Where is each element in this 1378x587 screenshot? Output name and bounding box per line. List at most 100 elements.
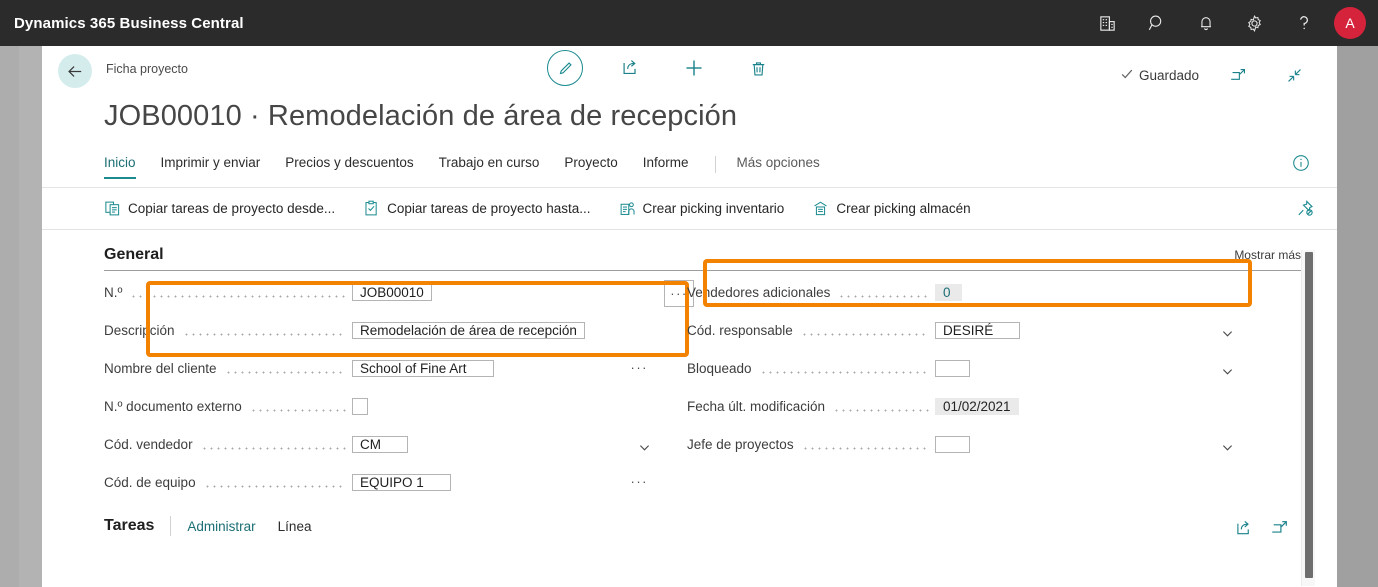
tasks-linea-link[interactable]: Línea — [278, 519, 312, 534]
general-section-title: General — [104, 246, 164, 263]
open-in-new-window-icon[interactable] — [1271, 519, 1289, 543]
share-icon[interactable] — [613, 51, 647, 85]
bloqueado-input[interactable] — [935, 359, 970, 377]
nombre-cliente-input[interactable]: School of Fine Art — [352, 359, 494, 377]
app-screen: Dynamics 365 Business Central A Ficha pr… — [0, 0, 1378, 587]
no-input[interactable]: JOB00010 — [352, 283, 432, 301]
share-icon[interactable] — [1234, 519, 1253, 543]
field-label-jefe-proyectos: Jefe de proyectos — [687, 436, 794, 452]
field-label-no: N.º — [104, 284, 123, 300]
notification-bell-icon[interactable] — [1181, 0, 1230, 46]
tasks-administrar-link[interactable]: Administrar — [187, 519, 255, 534]
jefe-proyectos-input[interactable] — [935, 435, 970, 453]
edit-pencil-icon[interactable] — [547, 50, 583, 86]
copy-job-tasks-to-label: Copiar tareas de proyecto hasta... — [387, 201, 591, 216]
vendedores-adicionales-value[interactable]: 0 — [935, 283, 962, 301]
field-label-cod-vendedor: Cód. vendedor — [104, 436, 193, 452]
dot-leader — [759, 361, 929, 375]
tab-inicio[interactable]: Inicio — [104, 155, 136, 179]
dot-leader — [801, 437, 929, 451]
create-inventory-pick-button[interactable]: Crear picking inventario — [619, 200, 785, 217]
page-content: General Mostrar más N.º JOB00010 ··· Des… — [42, 246, 1337, 586]
cod-equipo-lookup-icon[interactable]: ··· — [631, 474, 649, 489]
nombre-cliente-lookup-icon[interactable]: ··· — [631, 360, 649, 375]
back-arrow-icon[interactable] — [58, 54, 92, 88]
documento-externo-input[interactable] — [352, 397, 368, 415]
dot-leader — [224, 361, 346, 375]
dot-leader — [249, 399, 346, 413]
field-control-jefe-proyectos — [935, 432, 1240, 457]
app-brand-title: Dynamics 365 Business Central — [14, 14, 244, 32]
warehouse-pick-icon — [812, 200, 829, 217]
tasks-section-header: Tareas Administrar Línea — [42, 509, 1337, 543]
info-circle-icon[interactable] — [1291, 153, 1313, 175]
save-status-label: Guardado — [1138, 67, 1199, 83]
copy-job-tasks-from-label: Copiar tareas de proyecto desde... — [128, 201, 336, 216]
menu-divider — [715, 156, 717, 173]
create-warehouse-pick-button[interactable]: Crear picking almacén — [812, 200, 971, 217]
collapse-icon[interactable] — [1277, 58, 1311, 92]
field-row-descripcion: Descripción Remodelación de área de rece… — [104, 311, 657, 349]
cod-vendedor-input[interactable]: CM — [352, 435, 408, 453]
tab-imprimir-y-enviar[interactable]: Imprimir y enviar — [161, 155, 261, 177]
show-more-link[interactable]: Mostrar más — [1234, 248, 1301, 262]
dot-leader — [838, 285, 929, 299]
top-navigation-bar: Dynamics 365 Business Central A — [0, 0, 1378, 46]
dot-leader — [833, 399, 929, 413]
field-row-nombre-cliente: Nombre del cliente School of Fine Art ··… — [104, 349, 657, 387]
settings-gear-icon[interactable] — [1230, 0, 1279, 46]
field-control-vendedores-adicionales: 0 — [935, 280, 1240, 305]
field-control-nombre-cliente: School of Fine Art ··· — [352, 356, 657, 381]
unpin-icon[interactable] — [1296, 199, 1315, 223]
save-status: Guardado — [1120, 67, 1199, 84]
page-title: JOB00010 · Remodelación de área de recep… — [104, 100, 738, 132]
field-control-cod-equipo: EQUIPO 1 ··· — [352, 470, 657, 495]
descripcion-input[interactable]: Remodelación de área de recepción — [352, 321, 585, 339]
field-control-fecha-ult-modificacion: 01/02/2021 — [935, 394, 1240, 419]
general-left-column: N.º JOB00010 ··· Descripción Remodelació… — [104, 273, 694, 501]
left-background-gutter — [0, 46, 42, 587]
new-plus-icon[interactable] — [677, 51, 711, 85]
field-label-cod-responsable: Cód. responsable — [687, 322, 793, 338]
top-bar-icon-group: A — [1083, 0, 1378, 46]
field-row-cod-responsable: Cód. responsable DESIRÉ — [687, 311, 1240, 349]
user-avatar[interactable]: A — [1334, 7, 1366, 39]
create-warehouse-pick-label: Crear picking almacén — [836, 201, 971, 216]
chevron-down-icon — [1222, 326, 1233, 337]
open-in-new-window-icon[interactable] — [1221, 58, 1255, 92]
field-control-descripcion: Remodelación de área de recepción — [352, 318, 657, 343]
tasks-divider — [170, 516, 172, 536]
right-background-gutter — [1337, 46, 1378, 587]
delete-trash-icon[interactable] — [741, 51, 775, 85]
chevron-down-icon — [1222, 364, 1233, 375]
copy-to-icon — [363, 200, 380, 217]
tab-proyecto[interactable]: Proyecto — [564, 155, 617, 177]
field-control-cod-responsable: DESIRÉ — [935, 318, 1240, 343]
cod-equipo-input[interactable]: EQUIPO 1 — [352, 473, 451, 491]
search-icon[interactable] — [1132, 0, 1181, 46]
create-inventory-pick-label: Crear picking inventario — [642, 201, 785, 216]
tab-informe[interactable]: Informe — [643, 155, 689, 177]
general-section-header: General Mostrar más — [104, 246, 1301, 271]
check-icon — [1120, 67, 1134, 84]
field-label-cod-equipo: Cód. de equipo — [104, 474, 196, 490]
header-right-group: Guardado — [1120, 58, 1311, 92]
more-options-button[interactable]: Más opciones — [736, 155, 819, 170]
chevron-down-icon — [639, 440, 650, 451]
field-control-no: JOB00010 ··· — [352, 279, 694, 307]
company-icon[interactable] — [1083, 0, 1132, 46]
tab-trabajo-en-curso[interactable]: Trabajo en curso — [439, 155, 540, 177]
general-fields: N.º JOB00010 ··· Descripción Remodelació… — [42, 259, 1337, 501]
tab-precios-y-descuentos[interactable]: Precios y descuentos — [285, 155, 413, 177]
cod-responsable-input[interactable]: DESIRÉ — [935, 321, 1021, 339]
breadcrumb[interactable]: Ficha proyecto — [106, 62, 188, 76]
field-row-fecha-ult-modificacion: Fecha últ. modificación 01/02/2021 — [687, 387, 1240, 425]
inventory-pick-icon — [619, 200, 636, 217]
copy-job-tasks-from-button[interactable]: Copiar tareas de proyecto desde... — [104, 200, 335, 217]
field-label-descripcion: Descripción — [104, 322, 175, 338]
help-question-icon[interactable] — [1279, 0, 1328, 46]
tasks-section-title: Tareas — [104, 517, 155, 534]
field-control-bloqueado — [935, 356, 1240, 381]
chevron-down-icon — [1222, 440, 1233, 451]
copy-job-tasks-to-button[interactable]: Copiar tareas de proyecto hasta... — [363, 200, 591, 217]
